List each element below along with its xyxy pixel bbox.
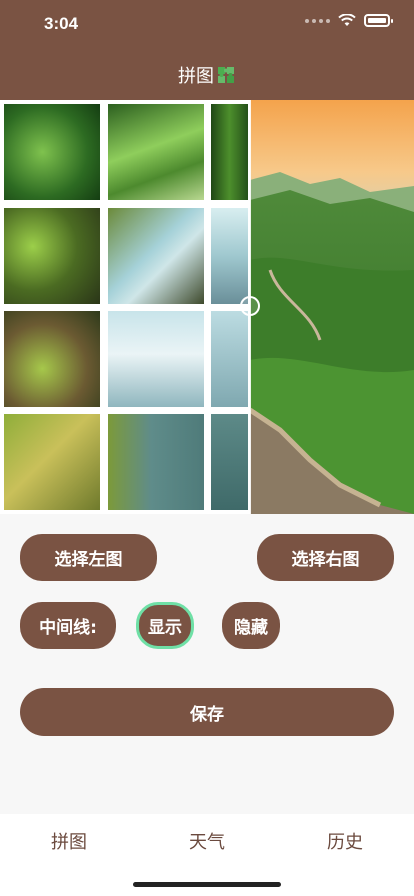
tab-weather[interactable]: 天气 <box>138 828 276 854</box>
home-indicator <box>133 882 281 887</box>
tile <box>211 104 248 200</box>
select-right-image-button[interactable]: 选择右图 <box>257 534 394 581</box>
nav-bar: 3:04 拼图 <box>0 0 414 100</box>
tile <box>4 414 100 510</box>
battery-icon <box>364 14 393 27</box>
tile <box>211 311 248 407</box>
controls-panel: 选择左图 选择右图 中间线: 显示 隐藏 保存 <box>0 514 414 814</box>
page-title: 拼图 <box>0 62 414 88</box>
tab-history[interactable]: 历史 <box>276 828 414 854</box>
great-wall-landscape <box>250 100 414 514</box>
midline-label: 中间线: <box>20 602 116 649</box>
tile <box>4 104 100 200</box>
right-image[interactable] <box>250 100 414 514</box>
tile <box>211 414 248 510</box>
tile <box>108 414 204 510</box>
hide-midline-button[interactable]: 隐藏 <box>222 602 280 649</box>
tile <box>4 208 100 304</box>
status-icons <box>305 14 393 27</box>
save-button[interactable]: 保存 <box>20 688 394 736</box>
tile <box>108 208 204 304</box>
puzzle-icon <box>218 67 234 83</box>
page-title-text: 拼图 <box>178 66 214 87</box>
select-left-image-button[interactable]: 选择左图 <box>20 534 157 581</box>
tile <box>108 311 204 407</box>
status-time: 3:04 <box>44 14 79 33</box>
signal-icon <box>305 18 330 23</box>
wifi-icon <box>338 14 356 26</box>
tile <box>108 104 204 200</box>
show-midline-button[interactable]: 显示 <box>136 602 194 649</box>
puzzle-preview <box>0 100 414 514</box>
left-image-grid[interactable] <box>0 100 250 514</box>
tile <box>4 311 100 407</box>
divider-handle[interactable] <box>240 296 260 316</box>
tile <box>211 208 248 304</box>
tab-puzzle[interactable]: 拼图 <box>0 828 138 854</box>
